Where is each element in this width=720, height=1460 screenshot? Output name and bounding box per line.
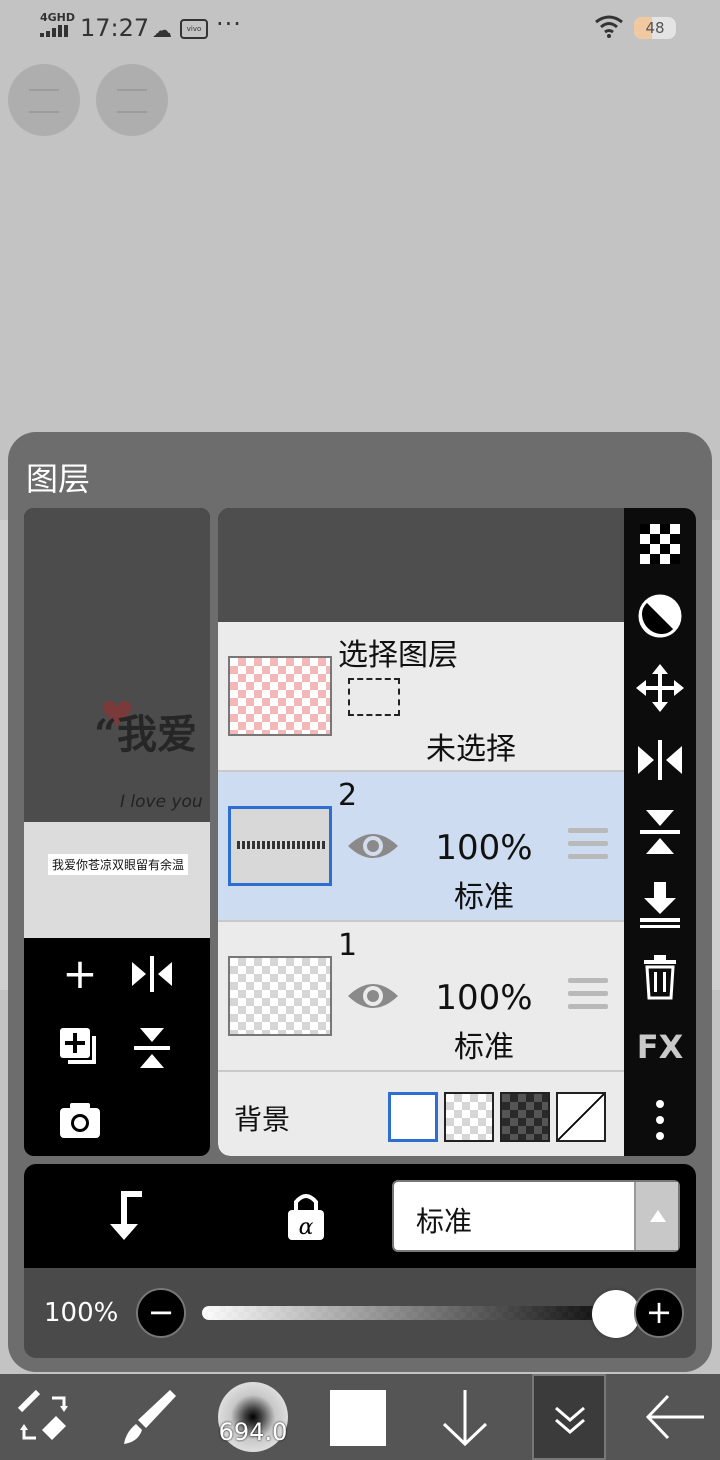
selection-layer-title: 选择图层	[338, 638, 458, 673]
panel-title: 图层	[26, 460, 91, 498]
add-layer-button[interactable]: +	[54, 948, 106, 1000]
duplicate-layer-icon[interactable]	[54, 1022, 106, 1074]
fx-icon[interactable]: FX	[632, 1028, 688, 1068]
more-notifications: ···	[216, 10, 242, 38]
wifi-icon	[595, 15, 623, 38]
layer-row[interactable]: 2 100% 标准	[218, 772, 624, 922]
vivo-icon: vivo	[180, 19, 208, 39]
move-icon[interactable]	[632, 660, 688, 716]
layer-number: 2	[338, 778, 358, 813]
layer-thumbnail	[228, 956, 332, 1036]
layer-row[interactable]: 1 100% 标准	[218, 922, 624, 1072]
selection-status: 未选择	[426, 732, 516, 767]
background-none-option[interactable]	[556, 1092, 606, 1142]
blend-mode-select[interactable]: 标准	[392, 1180, 680, 1252]
background-row: 背景	[218, 1072, 624, 1156]
signal-icon	[40, 25, 70, 37]
merge-down-icon[interactable]	[632, 876, 688, 932]
battery-icon: 48	[634, 17, 676, 39]
opacity-slider[interactable]	[202, 1306, 616, 1320]
brush-size-value: 694.0	[218, 1418, 288, 1446]
more-vertical-icon[interactable]	[632, 1092, 688, 1148]
menu-button-2[interactable]	[96, 64, 168, 136]
tool-switch-icon[interactable]	[8, 1380, 82, 1454]
battery-level: 48	[645, 19, 665, 37]
selection-layer-row[interactable]: 选择图层 未选择	[218, 622, 624, 772]
opacity-increase-button[interactable]: +	[634, 1288, 684, 1338]
flip-horizontal-icon[interactable]	[126, 948, 178, 1000]
layer-list-empty	[218, 508, 624, 622]
visibility-eye-icon[interactable]	[346, 828, 400, 864]
layer-options-bar: α 标准	[24, 1164, 696, 1268]
visibility-eye-icon[interactable]	[346, 978, 400, 1014]
camera-icon[interactable]	[54, 1094, 106, 1146]
layer-opacity: 100%	[435, 978, 533, 1018]
dropdown-arrow-icon[interactable]	[634, 1182, 678, 1250]
layer-list: 选择图层 未选择 2 100% 标准 1 100% 标准 背景 FX	[218, 508, 696, 1156]
drag-handle-icon[interactable]	[568, 828, 608, 862]
selection-marquee-icon	[348, 678, 400, 716]
layer-blend-mode: 标准	[454, 880, 514, 915]
background-label: 背景	[234, 1103, 291, 1136]
svg-text:α: α	[299, 1215, 314, 1240]
preview-art-text: “我爱	[94, 711, 198, 758]
checker-icon[interactable]	[632, 516, 688, 572]
layer-number: 1	[338, 928, 358, 963]
flip-vertical-icon[interactable]	[126, 1022, 178, 1074]
preview-script-text: I love you	[120, 792, 203, 812]
selection-layer-thumbnail	[228, 656, 332, 736]
cloud-icon: ☁	[152, 18, 172, 42]
preview-caption-text: 我爱你苍凉双眼留有余温	[48, 854, 189, 875]
blend-mode-value: 标准	[416, 1205, 473, 1238]
clock: 17:27	[80, 14, 150, 42]
flip-horizontal-icon[interactable]	[632, 732, 688, 788]
opacity-label: 100%	[44, 1298, 119, 1328]
layer-opacity: 100%	[435, 828, 533, 868]
background-dark-option[interactable]	[500, 1092, 550, 1142]
bottom-toolbar: 694.0	[0, 1374, 720, 1460]
background-white-option[interactable]	[388, 1092, 438, 1142]
background-transparent-option[interactable]	[444, 1092, 494, 1142]
trash-icon[interactable]	[632, 948, 688, 1004]
network-indicator: 4GHD	[40, 11, 76, 24]
arrow-down-icon[interactable]	[428, 1380, 502, 1454]
clip-arrow-icon[interactable]	[96, 1186, 156, 1246]
menu-button[interactable]	[8, 64, 80, 136]
invert-icon[interactable]	[632, 588, 688, 644]
preview-light-area	[24, 822, 210, 938]
preview-dark-area	[24, 508, 210, 822]
color-swatch[interactable]	[330, 1390, 386, 1446]
back-arrow-icon[interactable]	[638, 1380, 712, 1454]
brush-icon[interactable]	[112, 1380, 186, 1454]
alpha-lock-icon[interactable]: α	[276, 1186, 336, 1246]
opacity-slider-knob[interactable]	[592, 1290, 640, 1338]
opacity-bar: 100% − +	[24, 1268, 696, 1358]
status-bar: 4GHD 17:27 ☁ vivo ··· 48	[0, 0, 720, 56]
layer-panel-toggle[interactable]	[532, 1374, 606, 1460]
layer-blend-mode: 标准	[454, 1030, 514, 1065]
layer-thumbnail	[228, 806, 332, 886]
canvas-preview[interactable]: “我爱 I love you 我爱你苍凉双眼留有余温 +	[24, 508, 210, 1156]
opacity-decrease-button[interactable]: −	[136, 1288, 186, 1338]
drag-handle-icon[interactable]	[568, 978, 608, 1012]
chevron-double-down-icon	[555, 1406, 585, 1434]
flip-vertical-icon[interactable]	[632, 804, 688, 860]
layer-panel: 图层 “我爱 I love you 我爱你苍凉双眼留有余温 + 选择图层 未选择…	[8, 432, 712, 1372]
